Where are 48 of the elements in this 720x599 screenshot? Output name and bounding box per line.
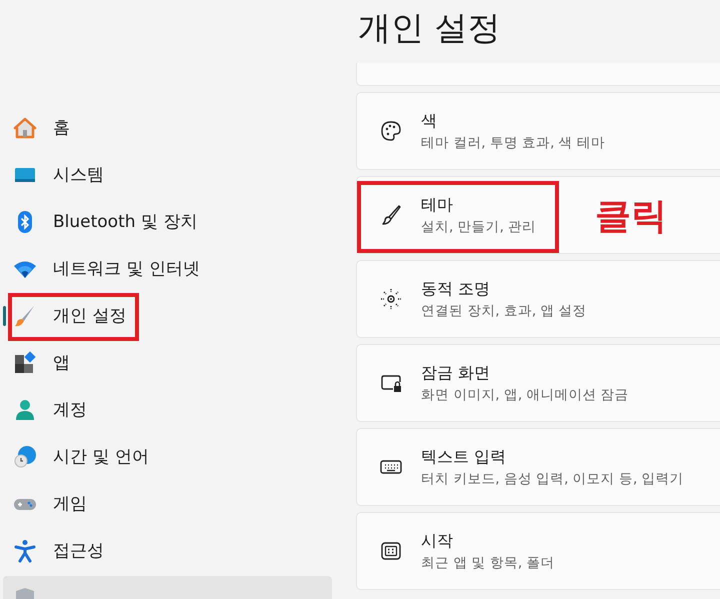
sidebar-label: 앱	[53, 352, 70, 374]
annotation-text: 클릭	[595, 195, 667, 239]
card-subtitle: 터치 키보드, 음성 입력, 이모지 등, 입력기	[421, 470, 684, 488]
sidebar-item[interactable]: 홈	[3, 106, 332, 149]
sidebar-label: 계정	[53, 399, 87, 421]
sidebar-label: 홈	[53, 117, 70, 139]
sidebar-item[interactable]: Bluetooth 및 장치	[3, 200, 332, 243]
card-subtitle: 설치, 만들기, 관리	[421, 218, 536, 236]
page-title: 개인 설정	[357, 7, 502, 49]
sidebar-label: Bluetooth 및 장치	[53, 211, 198, 233]
settings-card[interactable]: 텍스트 입력 터치 키보드, 음성 입력, 이모지 등, 입력기	[356, 428, 720, 506]
card-title: 동적 조명	[421, 278, 492, 300]
card-subtitle: 최근 앱 및 항목, 폴더	[421, 554, 554, 572]
card-subtitle: 테마 컬러, 투명 효과, 색 테마	[421, 134, 606, 152]
accessibility-icon	[13, 538, 37, 562]
home-icon	[13, 116, 37, 140]
sidebar-item[interactable]: 게임	[3, 482, 332, 525]
sidebar-label: 개인 설정	[53, 305, 126, 327]
sidebar-item[interactable]: 네트워크 및 인터넷	[3, 247, 332, 290]
card-title: 테마	[421, 194, 454, 216]
person-icon	[13, 398, 37, 422]
settings-card[interactable]: 테마 설치, 만들기, 관리 클릭	[356, 176, 720, 254]
sidebar-label: 게임	[53, 493, 87, 515]
sidebar-item[interactable]: 앱	[3, 341, 332, 384]
sun-icon	[379, 287, 403, 311]
settings-card[interactable]: 시작 최근 앱 및 항목, 폴더	[356, 512, 720, 590]
settings-card[interactable]: 잠금 화면 화면 이미지, 앱, 애니메이션 잠금	[356, 344, 720, 422]
sidebar-item[interactable]: 접근성	[3, 529, 332, 572]
card-title: 잠금 화면	[421, 362, 492, 384]
sidebar-label: 네트워크 및 인터넷	[53, 258, 200, 280]
card-title: 색	[421, 110, 438, 132]
selection-indicator	[3, 306, 6, 326]
sidebar-label: 시스템	[53, 164, 104, 186]
sidebar-item[interactable]: 시스템	[3, 153, 332, 196]
sidebar-item[interactable]: 계정	[3, 388, 332, 431]
sidebar-item[interactable]: 시간 및 언어	[3, 435, 332, 478]
apps-icon	[13, 350, 37, 374]
settings-card[interactable]: 동적 조명 연결된 장치, 효과, 앱 설정	[356, 260, 720, 338]
card-subtitle: 화면 이미지, 앱, 애니메이션 잠금	[421, 386, 629, 404]
palette-icon	[379, 119, 403, 143]
sidebar-label: 시간 및 언어	[53, 446, 149, 468]
card-subtitle: 연결된 장치, 효과, 앱 설정	[421, 302, 587, 320]
card-title: 시작	[421, 530, 454, 552]
sidebar-label: 접근성	[53, 540, 104, 562]
globe-clock-icon	[13, 444, 37, 468]
sidebar-item[interactable]: 개인 설정	[3, 294, 332, 337]
settings-card[interactable]: 색 테마 컬러, 투명 효과, 색 테마	[356, 92, 720, 170]
card-title: 텍스트 입력	[421, 446, 508, 468]
